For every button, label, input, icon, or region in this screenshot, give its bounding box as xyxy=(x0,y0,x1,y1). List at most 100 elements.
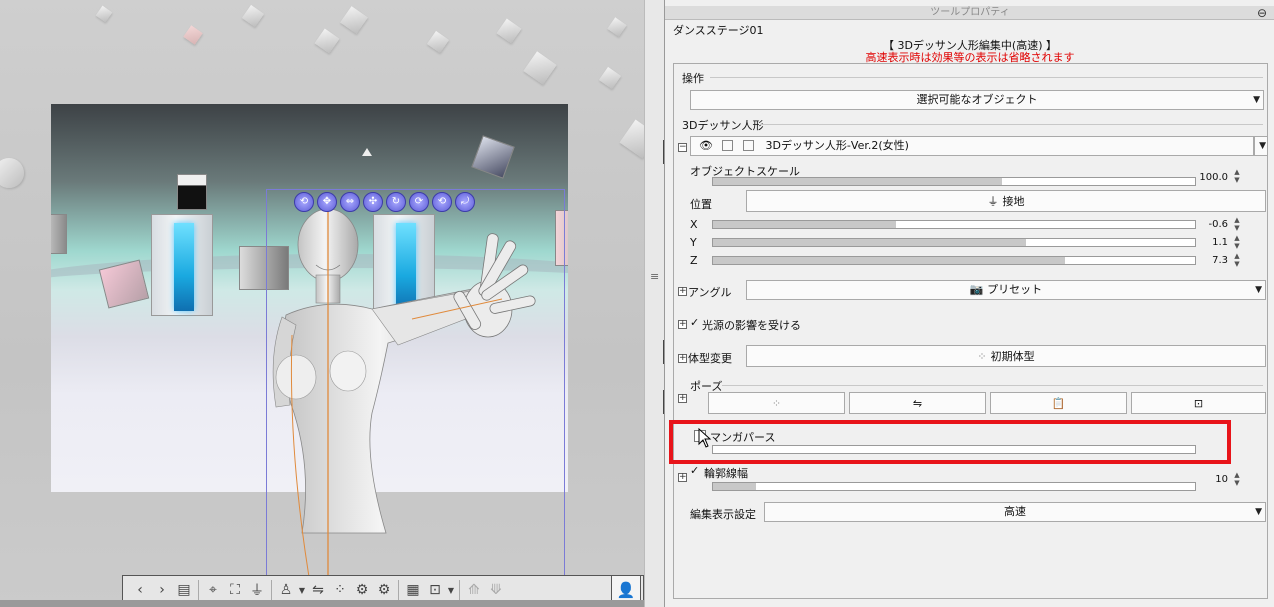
flip-pose-icon: ⇋ xyxy=(912,396,923,410)
camera-icon[interactable]: ⌖ xyxy=(202,579,224,601)
edit-display-dropdown[interactable]: 高速 ▼ xyxy=(764,502,1266,522)
toolbar-separator xyxy=(459,580,460,600)
move-camera-icon[interactable]: ⟲ xyxy=(294,192,314,212)
flip-pose-icon[interactable]: ⇋ xyxy=(307,579,329,601)
register-pose-button[interactable]: ⊡ xyxy=(1131,392,1266,414)
expand-icon[interactable]: − xyxy=(678,143,687,152)
outline-value: 10 xyxy=(1215,474,1228,485)
lock-pose-icon[interactable]: ⟰ xyxy=(463,579,485,601)
rotate-head-icon[interactable]: ⚙ xyxy=(373,579,395,601)
pose-dots-icon: ⁘ xyxy=(771,396,782,410)
fit-icon[interactable]: ⛶ xyxy=(224,579,246,601)
rotate-x-icon[interactable]: ⟳ xyxy=(409,192,429,212)
ground-icon[interactable]: ⏚ xyxy=(246,579,268,601)
next-icon[interactable]: › xyxy=(151,579,173,601)
pose-dots-icon[interactable]: ⁘ xyxy=(329,579,351,601)
list-icon[interactable]: ▤ xyxy=(173,579,195,601)
body-shape-label: 体型変更 xyxy=(688,352,732,365)
tool-property-panel: ツールプロパティ ⊖ ダンスステージ01 【 3Dデッサン人形編集中(高速) 】… xyxy=(664,0,1274,607)
bg-cube xyxy=(0,158,24,188)
manipulator-toolbar[interactable]: ⟲ ✥ ⇔ ✣ ↻ ⟳ ⟲ ⤾ xyxy=(294,192,475,212)
object-scale-slider[interactable] xyxy=(712,177,1196,186)
checkmark-icon: ✓ xyxy=(690,464,700,477)
bg-cube xyxy=(496,18,522,44)
angle-preset-dropdown[interactable]: 📷 プリセット ▼ xyxy=(746,280,1266,300)
pose-dots-button[interactable]: ⁘ xyxy=(708,392,845,414)
outline-checkbox[interactable]: ✓ xyxy=(690,464,699,477)
rotate-icon[interactable]: ↻ xyxy=(386,192,406,212)
light-label: 光源の影響を受ける xyxy=(702,319,801,332)
position-y-spinner[interactable]: ▲ ▼ xyxy=(1232,234,1242,250)
bg-cube xyxy=(340,6,368,34)
unlock-pose-icon[interactable]: ⟱ xyxy=(485,579,507,601)
light-source-marker[interactable] xyxy=(362,148,372,156)
pan-icon[interactable]: ✥ xyxy=(317,192,337,212)
panel-splitter[interactable]: ≡ xyxy=(644,0,666,607)
bg-cube xyxy=(523,51,557,85)
doll-model-name: 3Dデッサン人形-Ver.2(女性) xyxy=(765,139,909,152)
toolbar-separator xyxy=(271,580,272,600)
selectable-object-dropdown[interactable]: 選択可能なオブジェクト ▼ xyxy=(690,90,1264,110)
position-x-slider[interactable] xyxy=(712,220,1196,229)
panel-menu-icon[interactable]: ⊖ xyxy=(1257,6,1267,20)
copy-pose-button[interactable]: 📋 xyxy=(990,392,1127,414)
pose-icon[interactable]: ♙ xyxy=(275,579,297,601)
rotate-z-icon[interactable]: ⤾ xyxy=(455,192,475,212)
section-divider xyxy=(710,77,1263,78)
edit-checkbox[interactable] xyxy=(742,140,754,151)
section-divider xyxy=(722,385,1263,386)
zoom-icon[interactable]: ⇔ xyxy=(340,192,360,212)
chevron-down-icon[interactable]: ▼ xyxy=(446,579,456,601)
expand-icon[interactable]: + xyxy=(678,473,687,482)
object-scale-value: 100.0 xyxy=(1199,172,1228,183)
toolbar-separator xyxy=(198,580,199,600)
position-z-value: 7.3 xyxy=(1212,255,1228,266)
position-x-label: X xyxy=(690,218,698,231)
expand-icon[interactable]: + xyxy=(678,394,687,403)
doll-model-dropdown[interactable]: 👁 3Dデッサン人形-Ver.2(女性) xyxy=(690,136,1254,156)
ground-button-label: 接地 xyxy=(1002,195,1025,208)
expand-icon[interactable]: + xyxy=(678,287,687,296)
expand-icon[interactable]: + xyxy=(678,320,687,329)
register-icon[interactable]: ▦ xyxy=(402,579,424,601)
object-scale-spinner[interactable]: ▲ ▼ xyxy=(1232,168,1242,184)
clipboard-icon: 📋 xyxy=(1051,396,1066,410)
initial-body-button[interactable]: ⁘ 初期体型 xyxy=(746,345,1266,367)
lock-checkbox[interactable] xyxy=(722,140,734,151)
stage-pillar xyxy=(151,214,213,316)
outline-slider[interactable] xyxy=(712,482,1196,491)
grip-icon[interactable]: ≡ xyxy=(650,270,659,283)
move-plane-icon[interactable]: ✣ xyxy=(363,192,383,212)
stage-cube xyxy=(51,214,67,254)
pose-register-icon[interactable]: ⊡ xyxy=(424,579,446,601)
angle-label: アングル xyxy=(688,286,732,299)
bg-cube xyxy=(95,5,113,23)
rotate-y-icon[interactable]: ⟲ xyxy=(432,192,452,212)
edit-display-label: 編集表示設定 xyxy=(690,508,756,521)
3d-viewport[interactable]: ⟲ ✥ ⇔ ✣ ↻ ⟳ ⟲ ⤾ ‹ › ▤ ⌖ ⛶ ⏚ ♙ ▼ ⇋ ⁘ ⚙ ⚙ … xyxy=(0,0,663,607)
tool-name: ダンスステージ01 xyxy=(673,24,764,37)
position-z-spinner[interactable]: ▲ ▼ xyxy=(1232,252,1242,268)
doll-model-dropdown-arrow[interactable]: ▼ xyxy=(1254,136,1268,156)
ground-button[interactable]: ⏚ 接地 xyxy=(746,190,1266,212)
section-divider xyxy=(760,124,1263,125)
ground-icon: ⏚ xyxy=(987,195,999,208)
expand-icon[interactable]: + xyxy=(678,354,687,363)
position-x-spinner[interactable]: ▲ ▼ xyxy=(1232,216,1242,232)
position-z-label: Z xyxy=(690,254,698,267)
chevron-down-icon[interactable]: ▼ xyxy=(297,579,307,601)
bg-cube xyxy=(314,28,340,54)
outline-spinner[interactable]: ▲ ▼ xyxy=(1232,471,1242,487)
light-checkbox[interactable]: ✓ xyxy=(690,316,699,329)
camera-preset-icon: 📷 xyxy=(969,283,984,296)
3d-doll-figure[interactable] xyxy=(262,205,572,605)
bg-cube xyxy=(426,30,450,54)
rotate-body-icon[interactable]: ⚙ xyxy=(351,579,373,601)
position-x-value: -0.6 xyxy=(1208,219,1228,230)
position-z-slider[interactable] xyxy=(712,256,1196,265)
bg-cube xyxy=(598,66,622,90)
prev-icon[interactable]: ‹ xyxy=(129,579,151,601)
position-y-slider[interactable] xyxy=(712,238,1196,247)
flip-pose-button[interactable]: ⇋ xyxy=(849,392,986,414)
eye-icon[interactable]: 👁 xyxy=(699,139,713,152)
